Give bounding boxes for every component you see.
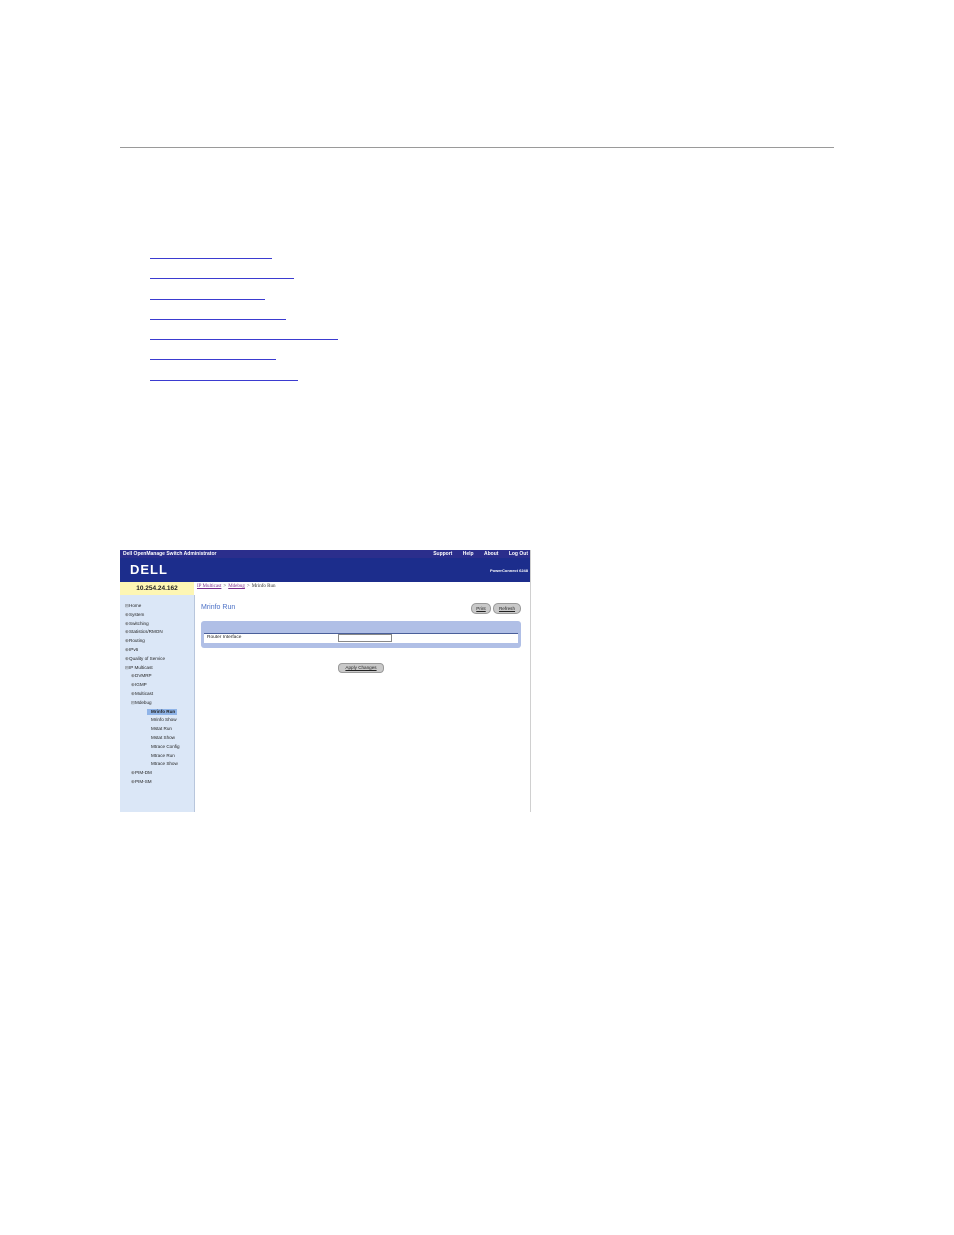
nav-item-label: DVMRP [135, 673, 152, 679]
product-name: PowerConnect 6248 [489, 568, 528, 573]
link-3[interactable] [150, 289, 265, 300]
header-banner: DELL PowerConnect 6248 [120, 558, 530, 582]
nav-item-label: Mtrace Config [151, 743, 180, 749]
nav-item-label: IGMP [135, 682, 147, 688]
nav-item-label: Switching [129, 620, 149, 626]
breadcrumb: IP Multicast > Mdebug > Mrinfo Run [197, 584, 275, 589]
nav-item[interactable]: ⊕DVMRP [131, 673, 152, 679]
app-title: Dell OpenManage Switch Administrator [123, 551, 217, 557]
list-item [150, 309, 338, 329]
nav-item-label: IP Multicast [129, 664, 153, 670]
nav-item[interactable]: Mtrace Run [147, 753, 175, 759]
nav-item-label: Mstat Show [151, 735, 175, 740]
nav-item[interactable]: Mtrace Config [147, 744, 180, 750]
breadcrumb-separator: > [223, 584, 227, 589]
nav-item-label: Mrinfo Run [151, 708, 176, 714]
nav-item-label: Quality of Service [129, 655, 165, 661]
breadcrumb-current: Mrinfo Run [251, 584, 276, 589]
link-list [150, 248, 338, 390]
nav-item-label: Home [129, 603, 142, 608]
nav-item-label: Statistics/RMON [129, 629, 163, 635]
nav-item[interactable]: ⊕Statistics/RMON [125, 629, 163, 635]
list-item [150, 289, 338, 309]
router-interface-input[interactable] [338, 634, 392, 642]
form-panel: Router Interface [201, 621, 521, 648]
router-interface-label: Router Interface [207, 635, 242, 640]
list-item [150, 349, 338, 369]
nav-item[interactable]: ⊟Mdebug [131, 700, 152, 706]
link-6[interactable] [150, 349, 276, 361]
nav-item-label: PIM-DM [135, 770, 152, 776]
dell-logo: DELL [130, 562, 168, 577]
ip-address: 10.254.24.162 [120, 582, 194, 595]
nav-item-label: Multicast [135, 691, 154, 696]
breadcrumb-separator: > [246, 584, 250, 589]
list-item [150, 268, 338, 288]
logout-link[interactable]: Log Out [509, 551, 528, 557]
nav-item[interactable]: ⊕System [125, 612, 144, 618]
print-button[interactable]: Print [471, 603, 491, 614]
list-item [150, 329, 338, 349]
nav-item[interactable]: Mrinfo Show [147, 717, 177, 723]
nav-item[interactable]: ⊕Multicast [131, 691, 153, 697]
horizontal-rule [120, 147, 834, 148]
nav-item[interactable]: ⊕Routing [125, 638, 145, 644]
nav-item-label: System [129, 611, 145, 617]
help-link[interactable]: Help [463, 551, 474, 557]
nav-item-label: IPv6 [129, 647, 139, 652]
breadcrumb-mdebug[interactable]: Mdebug [228, 584, 245, 589]
form-row: Router Interface [204, 633, 518, 643]
link-2[interactable] [150, 268, 294, 280]
nav-item-label: Mrinfo Show [151, 717, 177, 723]
app-titlebar: Dell OpenManage Switch Administrator Sup… [120, 550, 530, 558]
nav-item[interactable]: Mstat Run [147, 726, 172, 732]
refresh-button[interactable]: Refresh [493, 603, 521, 614]
nav-item-label: PIM-SM [135, 779, 152, 784]
nav-item[interactable]: ⊕Quality of Service [125, 656, 165, 662]
support-link[interactable]: Support [433, 551, 452, 557]
link-1[interactable] [150, 248, 272, 259]
nav-item[interactable]: Mstat Show [147, 735, 175, 741]
nav-item-label: Mstat Run [151, 726, 172, 732]
nav-item[interactable]: Mtrace Show [147, 761, 178, 767]
nav-item[interactable]: ⊟IP Multicast [125, 665, 153, 671]
nav-item-label: Mtrace Run [151, 752, 175, 758]
embedded-screenshot: Dell OpenManage Switch Administrator Sup… [120, 550, 531, 812]
nav-item[interactable]: ⊕Switching [125, 621, 149, 627]
nav-item[interactable]: ⊕PIM-DM [131, 770, 152, 776]
top-links: Support Help About Log Out [424, 550, 528, 558]
nav-item[interactable]: ⊟Home [125, 603, 141, 609]
apply-changes-button[interactable]: Apply Changes [338, 663, 384, 673]
nav-item[interactable]: ⊕IGMP [131, 682, 147, 688]
list-item [150, 248, 338, 268]
page-title: Mrinfo Run [201, 604, 236, 611]
link-7[interactable] [150, 370, 298, 381]
nav-item-label: Mdebug [135, 699, 152, 705]
breadcrumb-ip-multicast[interactable]: IP Multicast [197, 584, 221, 589]
nav-item[interactable]: Mrinfo Run [147, 708, 178, 715]
link-4[interactable] [150, 309, 286, 320]
nav-item[interactable]: ⊕IPv6 [125, 647, 138, 653]
about-link[interactable]: About [484, 551, 498, 557]
link-5[interactable] [150, 329, 338, 341]
nav-item-label: Mtrace Show [151, 761, 178, 767]
nav-item[interactable]: ⊕PIM-SM [131, 779, 152, 785]
nav-item-label: Routing [129, 638, 145, 644]
nav-tree: ⊟Home ⊕System ⊕Switching ⊕Statistics/RMON ⊕R… [120, 595, 195, 812]
list-item [150, 370, 338, 390]
